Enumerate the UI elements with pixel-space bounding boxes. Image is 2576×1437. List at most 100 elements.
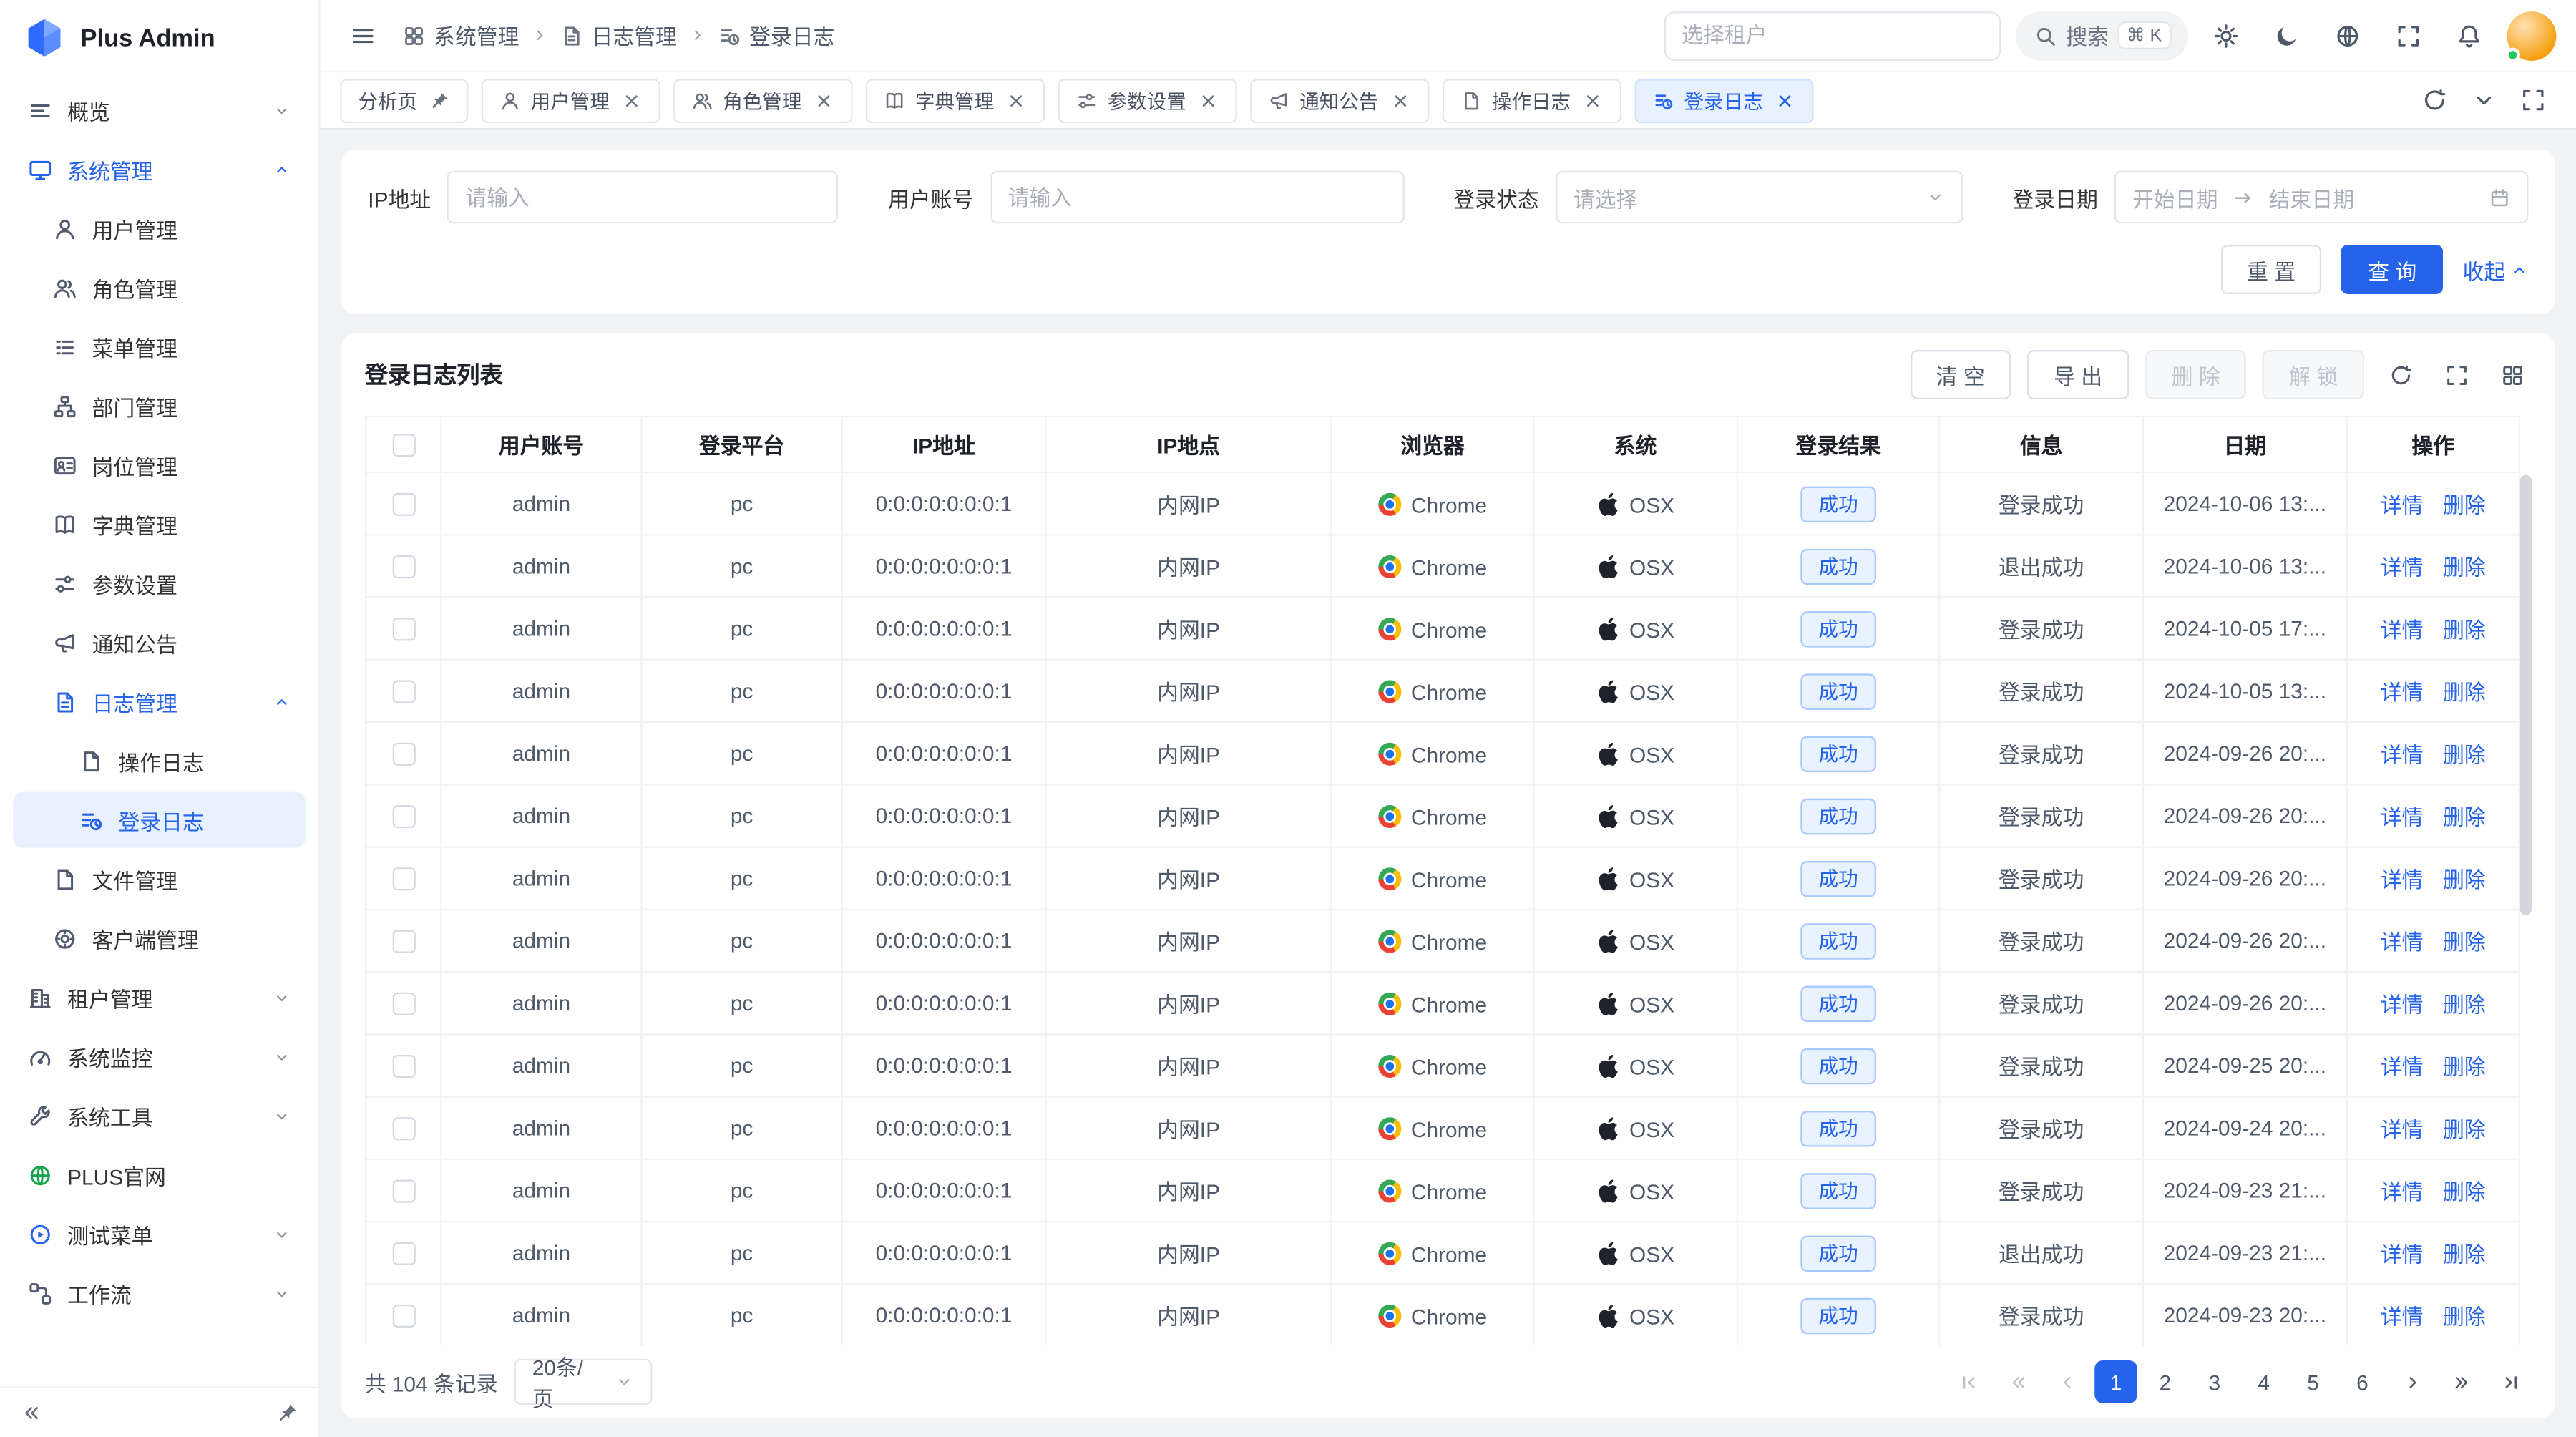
row-checkbox[interactable] — [392, 1056, 415, 1078]
tab-param[interactable]: 参数设置 — [1058, 78, 1237, 122]
sidebar-item-dept[interactable]: 部门管理 — [13, 378, 306, 434]
tenant-select-input[interactable] — [1664, 11, 2001, 60]
fullscreen-icon[interactable] — [2386, 12, 2431, 58]
tab-options-chevron-icon[interactable] — [2461, 77, 2507, 123]
row-checkbox[interactable] — [392, 681, 415, 703]
page-button-5[interactable]: 5 — [2292, 1360, 2335, 1403]
sidebar-item-tools[interactable]: 系统工具 — [13, 1088, 306, 1144]
breadcrumb-item[interactable]: 登录日志 — [718, 20, 834, 52]
row-checkbox[interactable] — [392, 1242, 415, 1265]
sidebar-item-log[interactable]: 日志管理 — [13, 673, 306, 729]
detail-link[interactable]: 详情 — [2381, 550, 2424, 582]
language-globe-icon[interactable] — [2325, 12, 2371, 58]
sidebar-item-notice[interactable]: 通知公告 — [13, 615, 306, 671]
sidebar-item-role[interactable]: 角色管理 — [13, 260, 306, 316]
export-button[interactable]: 导 出 — [2027, 350, 2128, 399]
delete-link[interactable]: 删除 — [2443, 676, 2486, 707]
prev-page-icon[interactable] — [2045, 1360, 2088, 1403]
column-settings-icon[interactable] — [2492, 355, 2532, 394]
sidebar-item-param[interactable]: 参数设置 — [13, 555, 306, 611]
row-checkbox[interactable] — [392, 993, 415, 1015]
row-checkbox[interactable] — [392, 493, 415, 516]
delete-link[interactable]: 删除 — [2443, 1050, 2486, 1081]
detail-link[interactable]: 详情 — [2381, 613, 2424, 644]
next-page-icon[interactable] — [2391, 1360, 2434, 1403]
detail-link[interactable]: 详情 — [2381, 1050, 2424, 1081]
app-logo[interactable]: Plus Admin — [0, 0, 318, 76]
delete-link[interactable]: 删除 — [2443, 613, 2486, 644]
detail-link[interactable]: 详情 — [2381, 862, 2424, 894]
tab-role[interactable]: 角色管理 — [673, 78, 852, 122]
table-scrollbar-thumb[interactable] — [2520, 475, 2532, 915]
delete-link[interactable]: 删除 — [2443, 988, 2486, 1019]
ip-input[interactable] — [447, 171, 838, 223]
page-button-6[interactable]: 6 — [2341, 1360, 2384, 1403]
tab-operlog[interactable]: 操作日志 — [1443, 78, 1621, 122]
unlock-button[interactable]: 解 锁 — [2263, 350, 2363, 399]
clear-button[interactable]: 清 空 — [1910, 350, 2011, 399]
row-checkbox[interactable] — [392, 930, 415, 953]
tab-analysis[interactable]: 分析页 — [340, 78, 468, 122]
user-avatar[interactable] — [2507, 11, 2557, 60]
delete-link[interactable]: 删除 — [2443, 1300, 2486, 1331]
reset-button[interactable]: 重 置 — [2220, 245, 2321, 294]
tab-notice[interactable]: 通知公告 — [1250, 78, 1429, 122]
detail-link[interactable]: 详情 — [2381, 1300, 2424, 1331]
next-5-pages-icon[interactable] — [2439, 1360, 2482, 1403]
delete-link[interactable]: 删除 — [2443, 800, 2486, 832]
breadcrumb-item[interactable]: 系统管理 — [402, 20, 519, 52]
detail-link[interactable]: 详情 — [2381, 488, 2424, 520]
refresh-table-icon[interactable] — [2381, 355, 2420, 394]
sidebar-item-overview[interactable]: 概览 — [13, 82, 306, 138]
sidebar-item-loginlog[interactable]: 登录日志 — [13, 792, 306, 848]
close-tab-icon[interactable] — [1390, 89, 1412, 111]
detail-link[interactable]: 详情 — [2381, 800, 2424, 832]
detail-link[interactable]: 详情 — [2381, 1237, 2424, 1269]
sidebar-item-system[interactable]: 系统管理 — [13, 141, 306, 197]
page-button-3[interactable]: 3 — [2193, 1360, 2236, 1403]
hamburger-menu-icon[interactable] — [340, 12, 386, 58]
collapse-filters-link[interactable]: 收起 — [2463, 254, 2529, 286]
delete-link[interactable]: 删除 — [2443, 1175, 2486, 1207]
row-checkbox[interactable] — [392, 1180, 415, 1203]
date-range-picker[interactable]: 开始日期 结束日期 — [2114, 171, 2529, 223]
detail-link[interactable]: 详情 — [2381, 1112, 2424, 1144]
sidebar-item-plus-site[interactable]: PLUS官网 — [13, 1147, 306, 1203]
page-button-1[interactable]: 1 — [2094, 1360, 2137, 1403]
sidebar-item-client[interactable]: 客户端管理 — [13, 910, 306, 966]
sidebar-item-menu[interactable]: 菜单管理 — [13, 318, 306, 374]
dark-mode-moon-icon[interactable] — [2264, 12, 2310, 58]
settings-gear-icon[interactable] — [2203, 12, 2249, 58]
account-input[interactable] — [990, 171, 1404, 223]
collapse-sidebar-icon[interactable] — [20, 1401, 43, 1424]
delete-button[interactable]: 删 除 — [2145, 350, 2246, 399]
sidebar-item-user[interactable]: 用户管理 — [13, 200, 306, 256]
delete-link[interactable]: 删除 — [2443, 738, 2486, 769]
notifications-bell-icon[interactable] — [2446, 12, 2492, 58]
global-search-button[interactable]: 搜索 ⌘ K — [2015, 11, 2188, 60]
detail-link[interactable]: 详情 — [2381, 1175, 2424, 1207]
sidebar-item-monitor[interactable]: 系统监控 — [13, 1028, 306, 1084]
row-checkbox[interactable] — [392, 1305, 415, 1328]
row-checkbox[interactable] — [392, 743, 415, 766]
tab-loginlog[interactable]: 登录日志 — [1635, 78, 1814, 122]
delete-link[interactable]: 删除 — [2443, 1237, 2486, 1269]
detail-link[interactable]: 详情 — [2381, 676, 2424, 707]
detail-link[interactable]: 详情 — [2381, 988, 2424, 1019]
sidebar-item-test[interactable]: 测试菜单 — [13, 1206, 306, 1262]
sidebar-item-file[interactable]: 文件管理 — [13, 851, 306, 907]
maximize-content-icon[interactable] — [2510, 77, 2556, 123]
breadcrumb-item[interactable]: 日志管理 — [560, 20, 677, 52]
delete-link[interactable]: 删除 — [2443, 925, 2486, 957]
tab-dict[interactable]: 字典管理 — [866, 78, 1045, 122]
close-tab-icon[interactable] — [1582, 89, 1604, 111]
delete-link[interactable]: 删除 — [2443, 488, 2486, 520]
query-button[interactable]: 查 询 — [2341, 245, 2442, 294]
row-checkbox[interactable] — [392, 806, 415, 829]
prev-5-pages-icon[interactable] — [1996, 1360, 2039, 1403]
sidebar-item-dict[interactable]: 字典管理 — [13, 496, 306, 552]
close-tab-icon[interactable] — [1775, 89, 1796, 111]
table-fullscreen-icon[interactable] — [2436, 355, 2476, 394]
delete-link[interactable]: 删除 — [2443, 862, 2486, 894]
last-page-icon[interactable] — [2489, 1360, 2532, 1403]
